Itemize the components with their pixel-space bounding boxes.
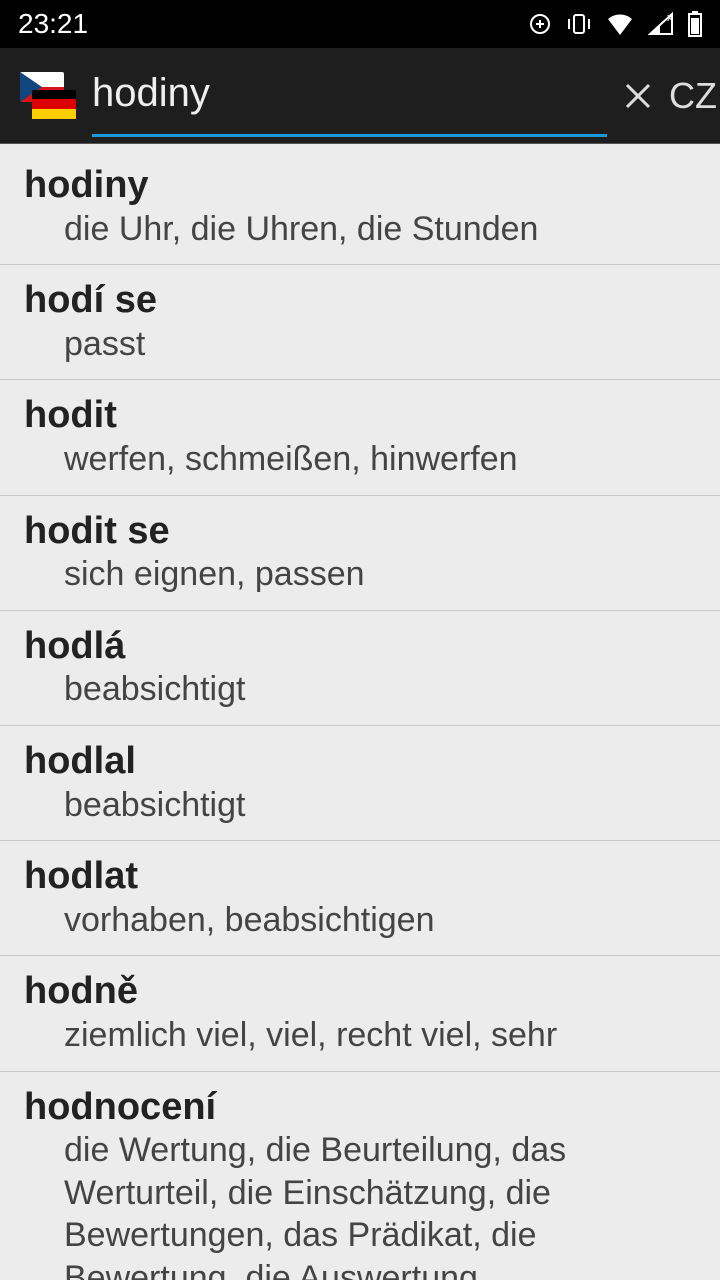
entry-headword: hodlal — [24, 740, 696, 784]
app-icon-flags[interactable] — [20, 68, 76, 124]
entry-translation: die Wertung, die Beurteilung, das Wertur… — [24, 1129, 696, 1280]
result-entry[interactable]: hodněziemlich viel, viel, recht viel, se… — [0, 956, 720, 1071]
svg-text:x: x — [667, 12, 673, 24]
entry-translation: beabsichtigt — [24, 668, 696, 711]
result-entry[interactable]: hodit sesich eignen, passen — [0, 496, 720, 611]
cell-signal-icon: x — [648, 12, 674, 36]
flag-german-icon — [32, 90, 76, 120]
search-underline — [92, 134, 607, 137]
result-entry[interactable]: hodlatvorhaben, beabsichtigen — [0, 841, 720, 956]
add-circle-icon — [528, 12, 552, 36]
status-bar: 23:21 x — [0, 0, 720, 48]
result-entry[interactable]: hodinydie Uhr, die Uhren, die Stunden — [0, 144, 720, 265]
entry-headword: hodí se — [24, 279, 696, 323]
results-list[interactable]: hodinydie Uhr, die Uhren, die Stundenhod… — [0, 144, 720, 1280]
result-entry[interactable]: hodlábeabsichtigt — [0, 611, 720, 726]
clock: 23:21 — [18, 8, 88, 40]
wifi-icon — [606, 13, 634, 35]
status-icons: x — [528, 11, 702, 37]
entry-headword: hodit — [24, 394, 696, 438]
language-toggle-button[interactable]: CZ — [669, 75, 717, 117]
result-entry[interactable]: hodí sepasst — [0, 265, 720, 380]
clear-search-button[interactable] — [623, 68, 653, 124]
search-input[interactable] — [92, 65, 607, 126]
result-entry[interactable]: hodnocenídie Wertung, die Beurteilung, d… — [0, 1072, 720, 1280]
app-bar: CZ — [0, 48, 720, 144]
result-entry[interactable]: hodlalbeabsichtigt — [0, 726, 720, 841]
entry-headword: hodlat — [24, 855, 696, 899]
entry-headword: hodnocení — [24, 1086, 696, 1130]
close-icon — [623, 81, 653, 111]
entry-translation: passt — [24, 323, 696, 366]
entry-headword: hodit se — [24, 510, 696, 554]
search-field-wrap — [92, 48, 607, 143]
entry-headword: hodlá — [24, 625, 696, 669]
entry-headword: hodně — [24, 970, 696, 1014]
vibrate-icon — [566, 12, 592, 36]
entry-translation: die Uhr, die Uhren, die Stunden — [24, 208, 696, 251]
entry-translation: sich eignen, passen — [24, 553, 696, 596]
entry-translation: beabsichtigt — [24, 784, 696, 827]
result-entry[interactable]: hoditwerfen, schmeißen, hinwerfen — [0, 380, 720, 495]
entry-translation: vorhaben, beabsichtigen — [24, 899, 696, 942]
entry-translation: ziemlich viel, viel, recht viel, sehr — [24, 1014, 696, 1057]
battery-icon — [688, 11, 702, 37]
entry-headword: hodiny — [24, 164, 696, 208]
entry-translation: werfen, schmeißen, hinwerfen — [24, 438, 696, 481]
